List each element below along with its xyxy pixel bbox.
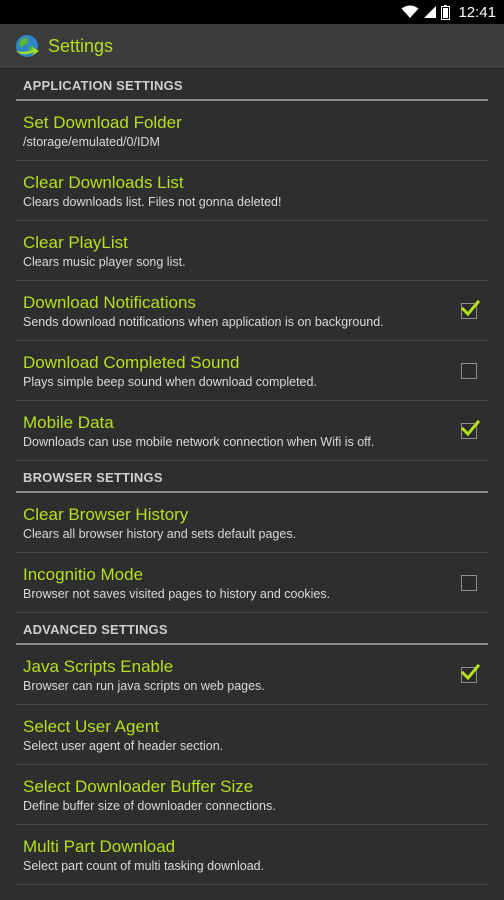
section-header-advanced: ADVANCED SETTINGS (16, 613, 488, 645)
setting-summary: /storage/emulated/0/IDM (23, 134, 160, 149)
download-notifications-checkbox[interactable] (460, 299, 481, 319)
setting-clear-playlist[interactable]: Clear PlayList Clears music player song … (16, 221, 488, 281)
setting-download-completed-sound[interactable]: Download Completed Sound Plays simple be… (16, 341, 488, 401)
setting-summary: Select user agent of header section. (23, 738, 224, 753)
setting-summary: Clears all browser history and sets defa… (23, 526, 297, 541)
setting-title: Mobile Data (23, 412, 114, 432)
setting-summary: Clears downloads list. Files not gonna d… (23, 194, 282, 209)
checkmark-icon (460, 662, 481, 687)
setting-clear-downloads-list[interactable]: Clear Downloads List Clears downloads li… (16, 161, 488, 221)
checkmark-icon (460, 418, 481, 443)
setting-select-user-agent[interactable]: Select User Agent Select user agent of h… (16, 705, 488, 765)
setting-title: Clear Downloads List (23, 172, 184, 192)
setting-title: Multi Part Download (23, 836, 176, 856)
setting-set-download-folder[interactable]: Set Download Folder /storage/emulated/0/… (16, 101, 488, 161)
setting-title: Clear Browser History (23, 504, 189, 524)
download-completed-sound-checkbox[interactable] (461, 362, 477, 379)
setting-title: Clear PlayList (23, 232, 128, 252)
status-time: 12:41 (458, 3, 496, 21)
signal-icon (423, 5, 437, 19)
action-bar: Settings (0, 24, 504, 69)
setting-title: Select User Agent (23, 716, 160, 736)
setting-summary: Sends download notifications when applic… (23, 314, 384, 329)
setting-summary: Select part count of multi tasking downl… (23, 858, 265, 873)
wifi-icon (401, 5, 419, 19)
settings-list: APPLICATION SETTINGS Set Download Folder… (0, 69, 504, 885)
status-bar: 12:41 (0, 0, 504, 24)
setting-summary: Browser can run java scripts on web page… (23, 678, 265, 693)
setting-download-notifications[interactable]: Download Notifications Sends download no… (16, 281, 488, 341)
setting-title: Set Download Folder (23, 112, 182, 132)
java-scripts-enable-checkbox[interactable] (460, 663, 481, 683)
setting-summary: Browser not saves visited pages to histo… (23, 586, 331, 601)
setting-select-downloader-buffer-size[interactable]: Select Downloader Buffer Size Define buf… (16, 765, 488, 825)
section-header-application: APPLICATION SETTINGS (16, 69, 488, 101)
setting-title: Select Downloader Buffer Size (23, 776, 254, 796)
setting-summary: Define buffer size of downloader connect… (23, 798, 276, 813)
mobile-data-checkbox[interactable] (460, 419, 481, 439)
setting-summary: Downloads can use mobile network connect… (23, 434, 375, 449)
checkmark-icon (460, 298, 481, 323)
setting-summary: Plays simple beep sound when download co… (23, 374, 317, 389)
setting-multi-part-download[interactable]: Multi Part Download Select part count of… (16, 825, 488, 885)
setting-title: Download Completed Sound (23, 352, 240, 372)
incognito-mode-checkbox[interactable] (461, 574, 477, 591)
setting-clear-browser-history[interactable]: Clear Browser History Clears all browser… (16, 493, 488, 553)
setting-java-scripts-enable[interactable]: Java Scripts Enable Browser can run java… (16, 645, 488, 705)
setting-title: Java Scripts Enable (23, 656, 174, 676)
setting-title: Incognitio Mode (23, 564, 144, 584)
idm-logo-icon[interactable] (12, 31, 42, 61)
setting-title: Download Notifications (23, 292, 196, 312)
setting-mobile-data[interactable]: Mobile Data Downloads can use mobile net… (16, 401, 488, 461)
section-header-browser: BROWSER SETTINGS (16, 461, 488, 493)
setting-incognito-mode[interactable]: Incognitio Mode Browser not saves visite… (16, 553, 488, 613)
battery-icon (441, 4, 451, 20)
page-title: Settings (48, 35, 114, 56)
setting-summary: Clears music player song list. (23, 254, 186, 269)
